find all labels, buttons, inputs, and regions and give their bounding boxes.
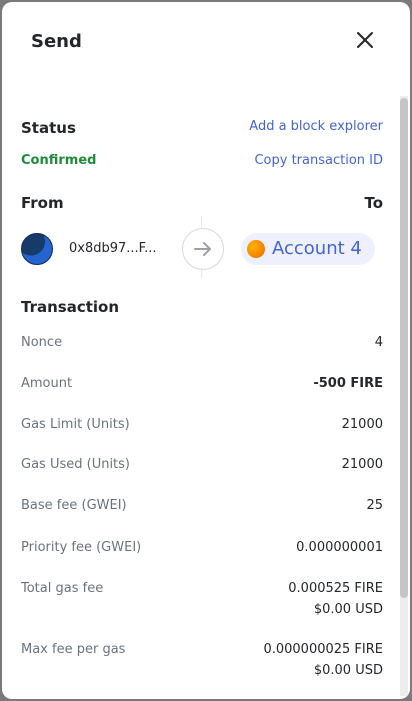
from-label: From — [21, 194, 64, 212]
total-gas-fee-usd: $0.00 USD — [313, 602, 383, 617]
gas-limit-value: 21000 — [341, 417, 383, 432]
amount-value: -500 FIRE — [313, 376, 383, 391]
from-account-avatar — [21, 233, 53, 265]
status-heading: Status — [21, 119, 76, 137]
from-address[interactable]: 0x8db97...F... — [69, 241, 156, 256]
to-label: To — [364, 194, 383, 212]
arrow-right-icon — [194, 242, 211, 256]
gas-used-value: 21000 — [341, 457, 383, 472]
modal-header: Send — [2, 2, 410, 82]
base-fee-label: Base fee (GWEI) — [21, 498, 127, 513]
account-avatar-icon — [247, 240, 265, 258]
to-account-pill[interactable]: Account 4 — [241, 233, 375, 265]
priority-fee-value: 0.000000001 — [296, 540, 383, 555]
transaction-details-modal: Send Status Add a block explorer Confirm… — [2, 2, 410, 699]
close-button[interactable] — [353, 28, 377, 52]
max-fee-per-gas-usd: $0.00 USD — [313, 663, 383, 678]
transaction-heading: Transaction — [21, 298, 120, 316]
direction-arrow — [182, 228, 224, 270]
base-fee-value: 25 — [366, 498, 383, 513]
gas-used-label: Gas Used (Units) — [21, 457, 130, 472]
amount-label: Amount — [21, 376, 73, 391]
connector-line-top — [201, 216, 202, 228]
total-gas-fee-value: 0.000525 FIRE — [288, 581, 383, 596]
scrollbar-thumb[interactable] — [400, 98, 408, 598]
add-block-explorer-link[interactable]: Add a block explorer — [249, 119, 383, 134]
total-gas-fee-label: Total gas fee — [21, 581, 104, 596]
nonce-value: 4 — [374, 335, 383, 350]
connector-line-bottom — [201, 268, 202, 278]
modal-title: Send — [31, 31, 82, 52]
gas-limit-label: Gas Limit (Units) — [21, 417, 130, 432]
max-fee-per-gas-label: Max fee per gas — [21, 642, 126, 657]
priority-fee-label: Priority fee (GWEI) — [21, 540, 142, 555]
max-fee-per-gas-value: 0.000000025 FIRE — [263, 642, 383, 657]
to-account-name: Account 4 — [272, 238, 362, 259]
copy-transaction-id-link[interactable]: Copy transaction ID — [254, 153, 383, 168]
nonce-label: Nonce — [21, 335, 63, 350]
close-icon — [357, 32, 373, 48]
status-badge: Confirmed — [21, 153, 97, 168]
